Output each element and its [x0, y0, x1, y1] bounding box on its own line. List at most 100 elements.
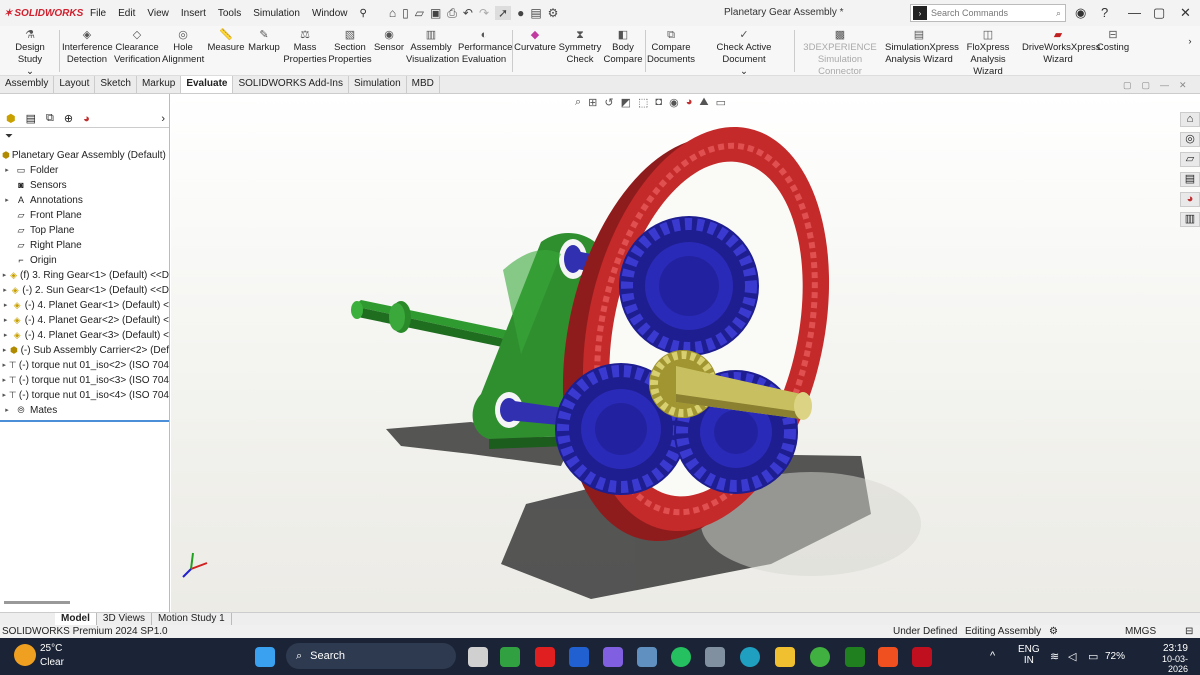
tree-item-folder[interactable]: ▸ ▭ Folder: [0, 163, 169, 178]
minimize-icon[interactable]: —: [1128, 5, 1141, 20]
previous-view-icon[interactable]: ↺: [604, 96, 613, 109]
simulationxpress-button[interactable]: ▤ SimulationXpress Analysis Wizard: [885, 28, 959, 66]
curvature-button[interactable]: ◆ Curvature: [514, 28, 556, 54]
tab-sketch[interactable]: Sketch: [95, 76, 137, 93]
tree-item-mates[interactable]: ▸ ⦾ Mates: [0, 403, 169, 418]
weather-icon[interactable]: [14, 644, 36, 666]
expand-icon[interactable]: ▸: [0, 388, 8, 403]
tree-item-ring-gear[interactable]: ▸ ◈ (f) 3. Ring Gear<1> (Default) <<D: [0, 268, 169, 283]
tab-motion-study[interactable]: Motion Study 1: [152, 613, 232, 625]
sensor-button[interactable]: ◉ Sensor: [373, 28, 405, 54]
panel-expand-icon[interactable]: ›: [161, 113, 165, 125]
calculator-icon[interactable]: [705, 647, 725, 667]
clearance-verification-button[interactable]: ◇ Clearance Verification: [114, 28, 160, 66]
settings-icon[interactable]: [637, 647, 657, 667]
new-icon[interactable]: ▯: [402, 6, 409, 20]
design-library-icon[interactable]: ▱: [1180, 152, 1200, 167]
viewport-close-icon[interactable]: ✕: [1179, 80, 1187, 91]
tab-model[interactable]: Model: [55, 613, 97, 625]
tree-item-torque-nut-2[interactable]: ▸ ⊤ (-) torque nut 01_iso<2> (ISO 704: [0, 358, 169, 373]
appearances-pane-icon[interactable]: ◕: [1180, 192, 1200, 207]
pin-icon[interactable]: ⚲: [354, 8, 373, 19]
expand-icon[interactable]: ▸: [0, 403, 14, 418]
tree-item-planet-gear-3[interactable]: ▸ ◈ (-) 4. Planet Gear<3> (Default) <: [0, 328, 169, 343]
chrome-icon[interactable]: [810, 647, 830, 667]
restore-icon[interactable]: ▢: [1153, 5, 1165, 21]
ribbon-more-icon[interactable]: ›: [1184, 36, 1196, 48]
compare-documents-button[interactable]: ⧉ Compare Documents: [647, 28, 695, 66]
tab-layout[interactable]: Layout: [54, 76, 96, 93]
expand-icon[interactable]: ▸: [0, 268, 9, 283]
display-manager-icon[interactable]: ◕: [83, 113, 90, 125]
solidworks-logo[interactable]: ✶ SOLIDWORKS: [4, 8, 84, 19]
nvidia-icon[interactable]: [845, 647, 865, 667]
tab-evaluate[interactable]: Evaluate: [181, 76, 234, 93]
horizontal-scrollbar[interactable]: [4, 601, 70, 604]
copilot-icon[interactable]: [603, 647, 623, 667]
rebuild-status-icon[interactable]: ⚙: [1049, 625, 1058, 638]
wifi-icon[interactable]: ≋: [1050, 650, 1059, 663]
search-commands[interactable]: › Search Commands ⌕: [910, 4, 1066, 22]
display-style-icon[interactable]: ◘: [655, 96, 662, 109]
customize-icon[interactable]: ⊟: [1185, 625, 1193, 638]
custom-properties-icon[interactable]: ▥: [1180, 212, 1200, 227]
search-input[interactable]: Search Commands: [931, 8, 1008, 18]
file-explorer-icon[interactable]: [775, 647, 795, 667]
viewport-restore-icon[interactable]: ▢: [1123, 80, 1132, 91]
defender-icon[interactable]: [569, 647, 589, 667]
options-icon[interactable]: ⚙: [548, 6, 559, 20]
tree-filter[interactable]: ⏷: [0, 128, 169, 148]
dimxpert-icon[interactable]: ⊕: [64, 112, 73, 125]
hide-show-icon[interactable]: ◉: [669, 96, 679, 109]
expand-icon[interactable]: ▸: [0, 358, 8, 373]
menu-edit[interactable]: Edit: [112, 8, 141, 19]
task-view-icon[interactable]: [468, 647, 488, 667]
menu-simulation[interactable]: Simulation: [247, 8, 306, 19]
zoom-to-fit-icon[interactable]: ⌕: [575, 96, 581, 109]
planetary-gear-model[interactable]: [171, 94, 1200, 612]
section-properties-button[interactable]: ▧ Section Properties: [328, 28, 372, 66]
expand-icon[interactable]: ▸: [0, 283, 10, 298]
tree-item-torque-nut-4[interactable]: ▸ ⊤ (-) torque nut 01_iso<4> (ISO 704: [0, 388, 169, 403]
tree-item-planet-gear-1[interactable]: ▸ ◈ (-) 4. Planet Gear<1> (Default) <: [0, 298, 169, 313]
tab-3d-views[interactable]: 3D Views: [97, 613, 152, 625]
costing-button[interactable]: ⊟ Costing: [1096, 28, 1130, 54]
performance-evaluation-button[interactable]: ◐ Performance Evaluation: [458, 28, 512, 66]
markup-button[interactable]: ✎ Markup: [247, 28, 281, 54]
interference-detection-button[interactable]: ◈ Interference Detection: [62, 28, 113, 66]
tree-item-torque-nut-3[interactable]: ▸ ⊤ (-) torque nut 01_iso<3> (ISO 704: [0, 373, 169, 388]
user-icon[interactable]: ◉: [1075, 5, 1086, 21]
start-icon[interactable]: [255, 647, 275, 667]
expand-icon[interactable]: ▸: [0, 163, 14, 178]
whatsapp-icon[interactable]: [671, 647, 691, 667]
redo-icon[interactable]: ↷: [479, 6, 489, 20]
property-manager-icon[interactable]: ▤: [26, 112, 36, 125]
check-active-document-button[interactable]: ✓ Check Active Document ⌄: [697, 28, 791, 78]
appearance-icon[interactable]: ◕: [686, 96, 693, 109]
feature-manager-icon[interactable]: ⬢: [6, 112, 16, 125]
file-explorer-icon[interactable]: ▤: [1180, 172, 1200, 187]
clock[interactable]: 23:19 10-03-2026: [1148, 643, 1188, 674]
close-icon[interactable]: ✕: [1180, 5, 1191, 21]
tree-item-carrier[interactable]: ▸ ⬢ (-) Sub Assembly Carrier<2> (Def: [0, 343, 169, 358]
expand-icon[interactable]: ▸: [0, 343, 9, 358]
edge-icon[interactable]: [740, 647, 760, 667]
3dexperience-simulation-connector-button[interactable]: ▩ 3DEXPERIENCE Simulation Connector: [796, 28, 884, 78]
tree-item-annotations[interactable]: ▸ A Annotations: [0, 193, 169, 208]
section-view-icon[interactable]: ◩: [621, 96, 631, 109]
expand-icon[interactable]: ▸: [0, 193, 14, 208]
design-study-button[interactable]: ⚗ Design Study ⌄: [4, 28, 56, 78]
floxpress-button[interactable]: ◫ FloXpress Analysis Wizard: [956, 28, 1020, 78]
tree-item-top-plane[interactable]: ▱ Top Plane: [0, 223, 169, 238]
viewport-minimize-icon[interactable]: —: [1160, 80, 1169, 91]
save-icon[interactable]: ▣: [430, 6, 441, 20]
tray-overflow-icon[interactable]: ^: [990, 650, 995, 662]
menu-insert[interactable]: Insert: [175, 8, 212, 19]
tree-item-origin[interactable]: ⌐ Origin: [0, 253, 169, 268]
assembly-visualization-button[interactable]: ▥ Assembly Visualization: [406, 28, 459, 66]
tree-item-sensors[interactable]: ◙ Sensors: [0, 178, 169, 193]
body-compare-button[interactable]: ◧ Body Compare: [603, 28, 643, 66]
print-icon[interactable]: ⎙: [447, 6, 457, 21]
configuration-manager-icon[interactable]: ⧉: [46, 112, 54, 125]
widgets-icon[interactable]: [500, 647, 520, 667]
